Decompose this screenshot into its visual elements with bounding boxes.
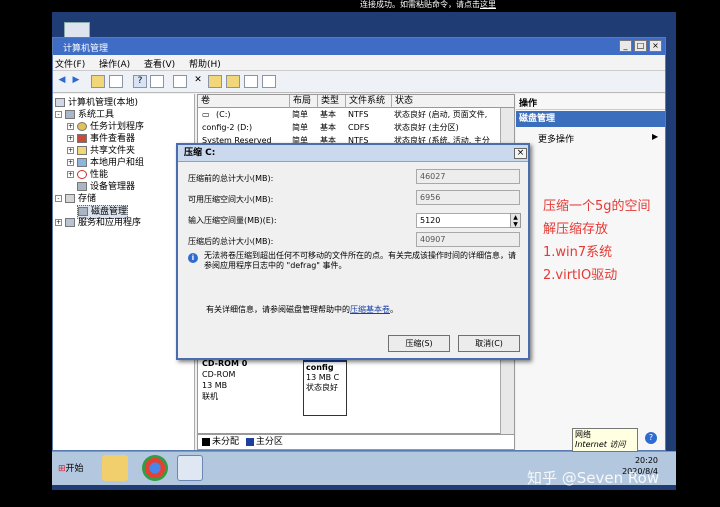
tree-item-local-users[interactable]: + 本地用户和组: [67, 157, 144, 169]
show-tree-icon[interactable]: [109, 75, 123, 88]
open-folder-icon[interactable]: [208, 75, 222, 88]
shrink-amount-label: 输入压缩空间量(MB)(E):: [188, 216, 277, 225]
chrome-taskbar-icon[interactable]: [142, 455, 168, 481]
window-title: 计算机管理: [63, 44, 109, 54]
table-row[interactable]: ▭ (C:) 简单 基本 NTFS 状态良好 (启动, 页面文件,: [198, 109, 514, 121]
available-label: 可用压缩空间大小(MB):: [188, 195, 274, 204]
cdrom-partition[interactable]: config 13 MB C 状态良好: [303, 356, 347, 416]
help-icon[interactable]: ?: [133, 75, 147, 88]
disk-icon[interactable]: [262, 75, 276, 88]
network-tooltip: 网络 Internet 访问: [572, 428, 638, 452]
connection-message: 连接成功。如需粘贴命令，请点击这里: [360, 0, 496, 9]
info-text: 无法将卷压缩到超出任何不可移动的文件所在的点。有关完成该操作时间的详细信息，请参…: [204, 251, 516, 270]
cdrom-disk-label[interactable]: CD-ROM 0 CD-ROM 13 MB 联机: [202, 358, 298, 413]
primary-swatch: [245, 437, 254, 446]
explorer-taskbar-icon[interactable]: [102, 455, 128, 481]
cancel-button[interactable]: 取消(C): [458, 335, 520, 352]
tree-item-system-tools[interactable]: - 系统工具: [55, 109, 114, 121]
navigation-tree: 计算机管理(本地) - 系统工具 + 任务计划程序 + 事件查看器 + 共享文件夹 + 本…: [53, 94, 195, 450]
clock-icon: [77, 122, 87, 131]
available-value: 6956: [416, 190, 520, 205]
start-button[interactable]: ⊞开始: [56, 460, 92, 478]
refresh-icon[interactable]: [173, 75, 187, 88]
watermark: 知乎 @Seven Row: [527, 469, 660, 487]
disk-icon: ▭: [202, 110, 210, 119]
computer-management-taskbar-icon[interactable]: [177, 455, 203, 481]
shared-folder-icon: [77, 146, 87, 155]
close-button[interactable]: ×: [649, 40, 662, 52]
tree-item-shared-folders[interactable]: + 共享文件夹: [67, 145, 135, 157]
legend-primary: 主分区: [255, 437, 283, 447]
event-viewer-icon: [77, 134, 87, 143]
title-bar[interactable]: 计算机管理 _ □ ×: [53, 38, 665, 55]
storage-icon: [65, 194, 75, 203]
performance-icon: [77, 170, 87, 179]
tree-item-device-manager[interactable]: 设备管理器: [77, 181, 135, 193]
total-after-label: 压缩后的总计大小(MB):: [188, 237, 274, 246]
col-filesystem[interactable]: 文件系统: [346, 95, 392, 108]
device-manager-icon: [77, 182, 87, 191]
paste-here-link[interactable]: 这里: [480, 0, 496, 9]
actions-title: 操作: [516, 96, 665, 110]
computer-icon: [55, 98, 65, 107]
menu-action[interactable]: 操作(A): [99, 57, 130, 70]
col-status[interactable]: 状态: [392, 95, 514, 108]
tree-item-task-scheduler[interactable]: + 任务计划程序: [67, 121, 144, 133]
menu-view[interactable]: 查看(V): [144, 57, 175, 70]
col-volume[interactable]: 卷: [198, 95, 290, 108]
total-after-value: 40907: [416, 232, 520, 247]
col-type[interactable]: 类型: [318, 95, 346, 108]
total-before-label: 压缩前的总计大小(MB):: [188, 174, 274, 183]
up-folder-icon[interactable]: [91, 75, 105, 88]
info-icon: i: [188, 253, 198, 263]
dialog-title[interactable]: 压缩 C:: [178, 145, 528, 162]
forward-icon[interactable]: ▶: [69, 75, 83, 88]
new-folder-icon[interactable]: [226, 75, 240, 88]
delete-icon[interactable]: ✕: [191, 75, 205, 88]
more-actions[interactable]: 更多操作: [538, 132, 574, 145]
unallocated-swatch: [202, 437, 210, 446]
services-icon: [65, 218, 75, 227]
toolbar: ◀ ▶ ? ✕: [53, 71, 665, 93]
column-header: 卷 布局 类型 文件系统 状态: [198, 95, 514, 108]
menu-help[interactable]: 帮助(H): [189, 57, 221, 70]
shrink-button[interactable]: 压缩(S): [388, 335, 450, 352]
disk-legend: 未分配 主分区: [197, 434, 515, 450]
col-layout[interactable]: 布局: [290, 95, 318, 108]
shrink-dialog: 压缩 C: × 压缩前的总计大小(MB): 46027 可用压缩空间大小(MB)…: [176, 143, 530, 360]
tree-item-storage[interactable]: - 存储: [55, 193, 96, 205]
dialog-close-button[interactable]: ×: [514, 148, 527, 159]
maximize-button[interactable]: □: [634, 40, 647, 52]
disk-management-icon: [78, 207, 88, 216]
help-icon[interactable]: ?: [645, 432, 657, 444]
shrink-amount-stepper[interactable]: ▲ ▼: [510, 213, 521, 228]
help-text: 有关详细信息，请参阅磁盘管理帮助中的压缩基本卷。: [206, 305, 398, 314]
tree-item-services-apps[interactable]: + 服务和应用程序: [55, 217, 141, 229]
tree-item-performance[interactable]: + 性能: [67, 169, 108, 181]
search-icon[interactable]: [244, 75, 258, 88]
back-icon[interactable]: ◀: [55, 75, 69, 88]
menu-bar: 文件(F) 操作(A) 查看(V) 帮助(H): [53, 55, 665, 71]
actions-section-disk-management[interactable]: 磁盘管理: [516, 111, 665, 127]
menu-file[interactable]: 文件(F): [55, 57, 85, 70]
users-icon: [77, 158, 87, 167]
shrink-amount-input[interactable]: 5120: [416, 213, 512, 228]
tools-icon: [65, 110, 75, 119]
tree-item-event-viewer[interactable]: + 事件查看器: [67, 133, 135, 145]
chevron-right-icon: ▶: [652, 132, 659, 141]
table-row[interactable]: config-2 (D:) 简单 基本 CDFS 状态良好 (主分区): [198, 122, 514, 134]
windows-logo-icon: ⊞: [58, 464, 66, 474]
total-before-value: 46027: [416, 169, 520, 184]
legend-unallocated: 未分配: [212, 437, 240, 447]
shrink-basic-volume-link[interactable]: 压缩基本卷: [350, 305, 390, 314]
minimize-button[interactable]: _: [619, 40, 632, 52]
tree-item-computer-management[interactable]: 计算机管理(本地): [55, 97, 138, 109]
properties-icon[interactable]: [150, 75, 164, 88]
annotation-note: 压缩一个5g的空间 解压缩存放 1.win7系统 2.virtIO驱动: [543, 199, 651, 283]
